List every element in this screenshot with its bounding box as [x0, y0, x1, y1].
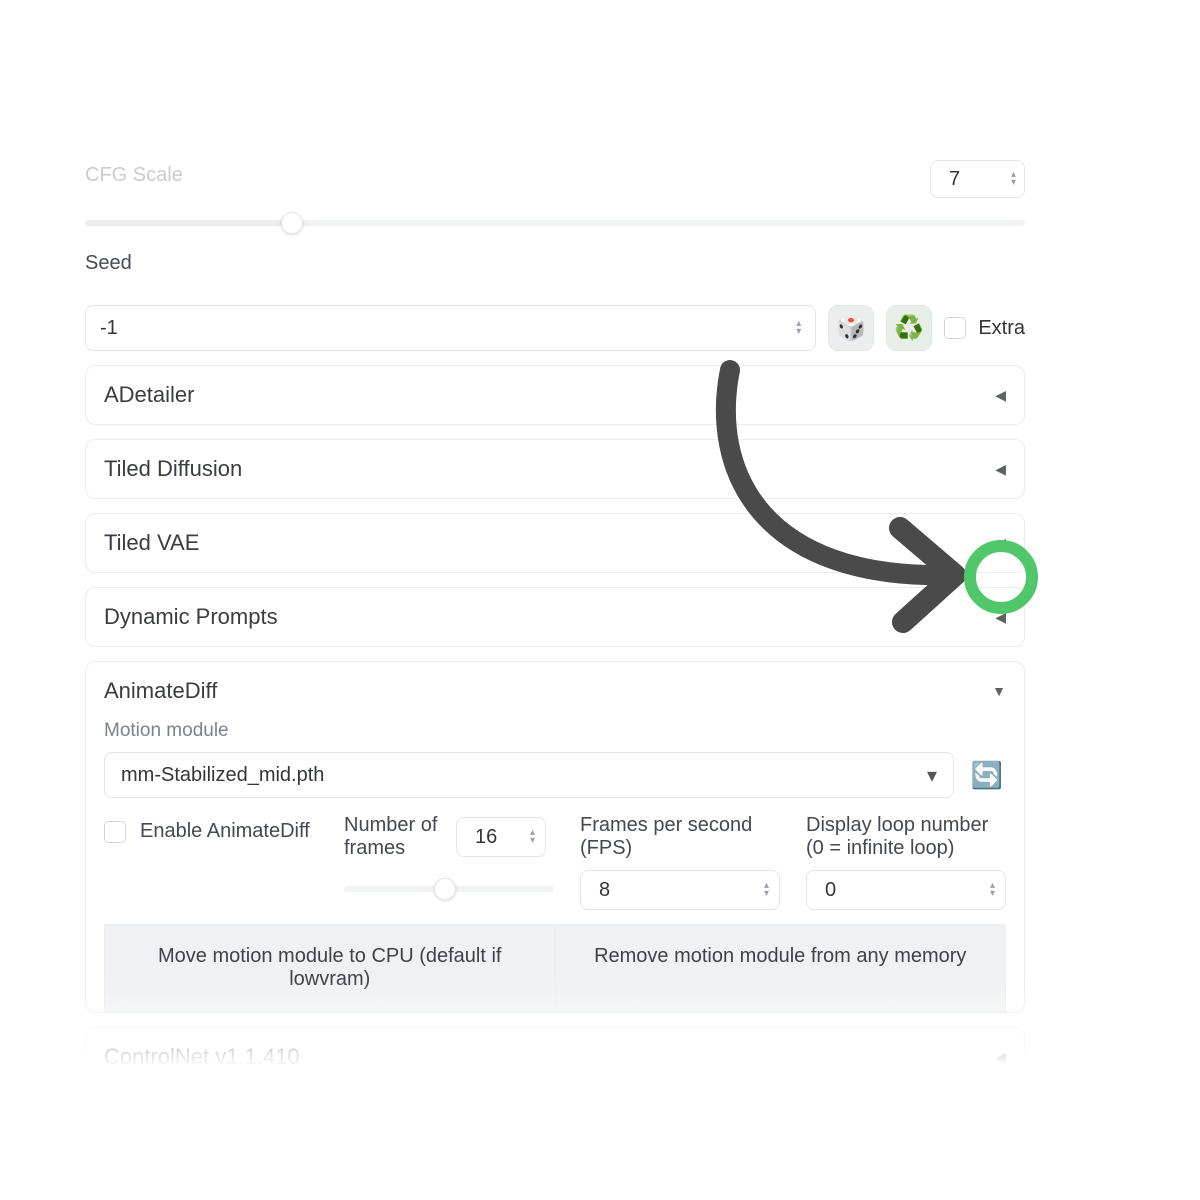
fps-label: Frames per second (FPS) [580, 814, 780, 860]
frames-input[interactable]: 16 ▴▾ [456, 817, 546, 857]
accordion-dynamic-prompts[interactable]: Dynamic Prompts ◀ [86, 588, 1024, 646]
cfg-scale-slider[interactable] [85, 220, 1025, 226]
frames-label: Number of frames [344, 814, 444, 860]
accordion-animatediff[interactable]: AnimateDiff ▼ [86, 662, 1024, 720]
motion-module-select[interactable]: mm-Stabilized_mid.pth ▾ [104, 752, 954, 798]
motion-module-label: Motion module [104, 720, 1006, 742]
loop-input[interactable]: 0 ▴▾ [806, 870, 1006, 910]
stepper-icon[interactable]: ▴▾ [796, 320, 801, 336]
cfg-scale-value: 7 [949, 168, 960, 191]
frames-value: 16 [475, 826, 497, 849]
seed-label: Seed [85, 252, 1025, 275]
chevron-left-icon: ◀ [995, 1049, 1006, 1066]
refresh-icon: 🔄 [971, 760, 1003, 791]
stepper-icon[interactable]: ▴▾ [764, 882, 769, 898]
accordion-tiled-diffusion[interactable]: Tiled Diffusion ◀ [86, 440, 1024, 498]
frames-slider[interactable] [344, 886, 554, 892]
recycle-icon: ♻️ [894, 314, 924, 343]
stepper-icon[interactable]: ▴▾ [1011, 171, 1016, 187]
accordion-title: ControlNet v1.1.410 [104, 1044, 300, 1070]
accordion-title: AnimateDiff [104, 678, 217, 704]
seed-random-button[interactable]: 🎲 [828, 305, 874, 351]
chevron-left-icon: ◀ [995, 609, 1006, 626]
accordion-lora-block-weight[interactable]: LoRA Block Weight ◀ [86, 1102, 1024, 1160]
remove-from-memory-button[interactable]: Remove motion module from any memory [556, 925, 1006, 1011]
dropdown-icon: ▾ [927, 763, 937, 788]
slider-thumb[interactable] [281, 212, 303, 234]
move-to-cpu-button[interactable]: Move motion module to CPU (default if lo… [105, 925, 556, 1011]
loop-value: 0 [825, 879, 836, 902]
slider-thumb[interactable] [434, 878, 456, 900]
seed-reuse-button[interactable]: ♻️ [886, 305, 932, 351]
enable-animatediff-checkbox[interactable] [104, 821, 126, 843]
seed-input[interactable]: -1 ▴▾ [85, 305, 816, 351]
accordion-adetailer[interactable]: ADetailer ◀ [86, 366, 1024, 424]
seed-extra-checkbox[interactable] [944, 317, 966, 339]
chevron-left-icon: ◀ [995, 535, 1006, 552]
accordion-tiled-vae[interactable]: Tiled VAE ◀ [86, 514, 1024, 572]
chevron-left-icon: ◀ [995, 461, 1006, 478]
motion-refresh-button[interactable]: 🔄 [968, 756, 1006, 794]
accordion-title: Tiled Diffusion [104, 456, 242, 482]
enable-animatediff-label: Enable AnimateDiff [140, 820, 310, 843]
chevron-left-icon: ◀ [995, 387, 1006, 404]
dice-icon: 🎲 [836, 314, 866, 343]
accordion-title: LoRA Block Weight [104, 1118, 292, 1144]
chevron-left-icon: ◀ [995, 1123, 1006, 1140]
accordion-title: Tiled VAE [104, 530, 199, 556]
seed-value: -1 [100, 317, 118, 340]
stepper-icon[interactable]: ▴▾ [990, 882, 995, 898]
stepper-icon[interactable]: ▴▾ [530, 829, 535, 845]
accordion-title: ADetailer [104, 382, 194, 408]
fps-input[interactable]: 8 ▴▾ [580, 870, 780, 910]
cfg-scale-input[interactable]: 7 ▴▾ [930, 160, 1025, 198]
cfg-scale-label: CFG Scale [85, 164, 183, 187]
motion-module-value: mm-Stabilized_mid.pth [121, 764, 324, 787]
seed-extra-label: Extra [978, 317, 1025, 340]
loop-label: Display loop number (0 = infinite loop) [806, 814, 1006, 860]
fps-value: 8 [599, 879, 610, 902]
accordion-title: Dynamic Prompts [104, 604, 278, 630]
chevron-down-icon: ▼ [992, 683, 1006, 699]
accordion-controlnet[interactable]: ControlNet v1.1.410 ◀ [86, 1028, 1024, 1086]
